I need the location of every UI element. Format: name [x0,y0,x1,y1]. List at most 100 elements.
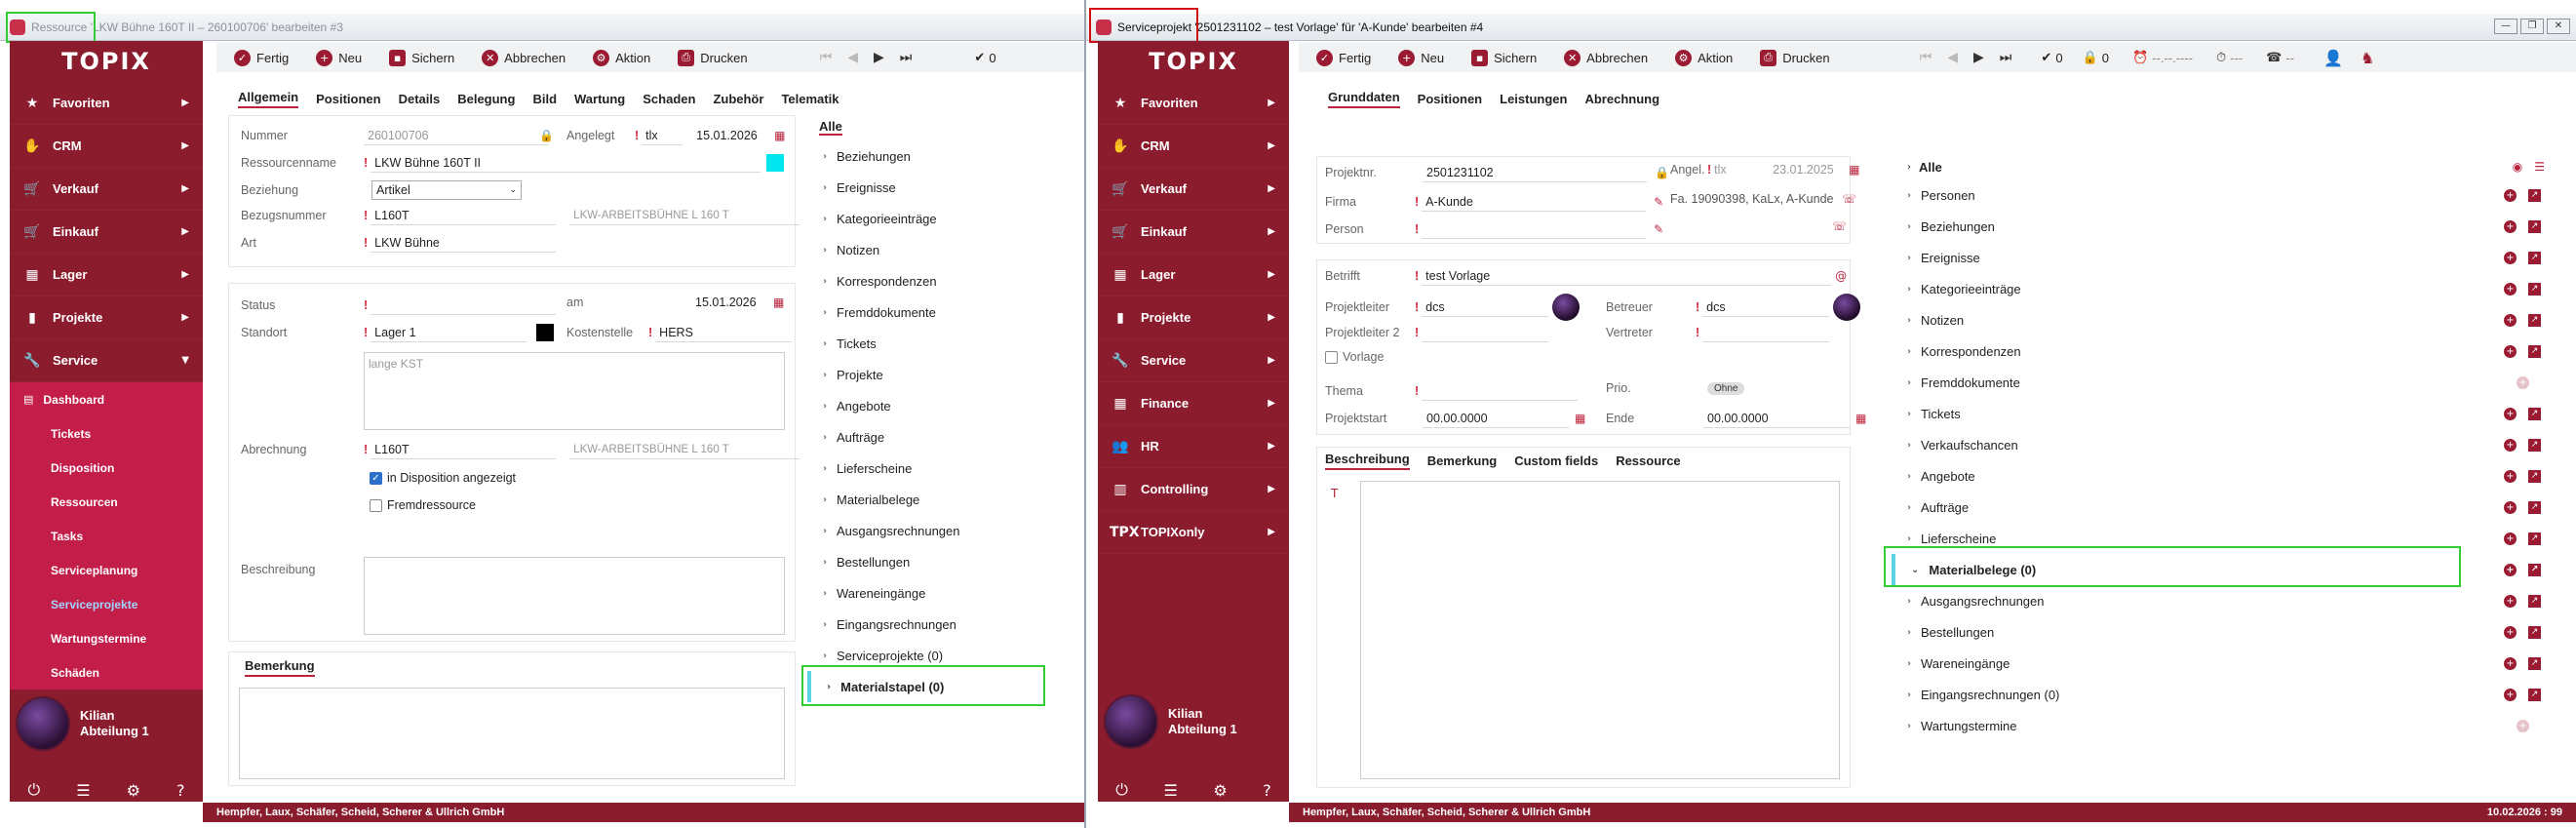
projektstart-field[interactable]: 00.00.0000 [1423,409,1569,428]
open-external-icon[interactable]: ↗ [2528,313,2541,327]
add-icon[interactable]: + [2504,688,2517,701]
gear-icon[interactable]: ⚙ [127,781,140,800]
calendar-icon[interactable]: ▦ [773,296,784,309]
list-item-serviceprojekte-0[interactable]: › Serviceprojekte (0) [807,640,1084,671]
open-external-icon[interactable]: ↗ [2528,594,2541,608]
list-item-notizen[interactable]: › Notizen [807,234,1084,265]
beziehung-select[interactable]: Artikel ⌄ [371,180,522,200]
vertreter-field[interactable] [1702,323,1830,342]
betrifft-field[interactable]: test Vorlage [1422,266,1832,286]
add-icon[interactable]: + [2504,656,2517,670]
add-icon[interactable]: + [2504,532,2517,545]
add-icon[interactable]: + [2504,438,2517,452]
firma-field[interactable]: A-Kunde [1422,192,1647,212]
calendar-icon[interactable]: ▦ [1849,163,1859,177]
open-external-icon[interactable]: ↗ [2528,469,2541,483]
eye-icon[interactable]: ◉ [2513,160,2522,174]
art-field[interactable]: LKW Bühne [371,233,557,253]
open-external-icon[interactable]: ↗ [2528,282,2541,296]
list-item-ereignisse[interactable]: › Ereignisse + ↗ [1892,242,2555,273]
list-item-lieferscheine[interactable]: › Lieferscheine + ↗ [1892,523,2555,554]
add-icon[interactable]: + [2504,219,2517,233]
sidebar-item-projekte[interactable]: ▮ Projekte ▶ [10,296,203,339]
open-external-icon[interactable]: ↗ [2528,500,2541,514]
sidebar-item-service[interactable]: 🔧 Service ▶ [1098,339,1289,382]
sidebar-item-favoriten[interactable]: ★ Favoriten ▶ [10,82,203,125]
list-item-bestellungen[interactable]: › Bestellungen [807,546,1084,577]
fertig-button[interactable]: ✓ Fertig [234,49,289,66]
submenu-item-disposition[interactable]: Disposition [10,451,203,485]
check-counter[interactable]: ✔ 0 [974,51,995,65]
tab-schaden[interactable]: Schaden [643,92,695,106]
list-item-tickets[interactable]: › Tickets + ↗ [1892,398,2555,429]
submenu-item-ressourcen[interactable]: Ressourcen [10,485,203,519]
list-item-notizen[interactable]: › Notizen + ↗ [1892,304,2555,335]
angelegt-by[interactable]: tlx [642,126,683,145]
nummer-field[interactable]: 260100706 [364,126,549,145]
open-external-icon[interactable]: ↗ [2528,407,2541,420]
status-field[interactable] [371,296,557,315]
ende-field[interactable]: 00.00.0000 [1703,409,1850,428]
tab-abrechnung[interactable]: Abrechnung [1584,92,1659,106]
betreuer-field[interactable]: dcs [1702,297,1830,317]
power-icon[interactable]: ⏻ [28,780,41,800]
am-date[interactable]: 15.01.2026 [695,296,773,309]
next-record-icon[interactable]: ▶ [1973,50,1984,65]
tab-zubehör[interactable]: Zubehör [713,92,763,106]
phone-icon[interactable]: ☏ [1832,219,1847,233]
submenu-item-tasks[interactable]: Tasks [10,519,203,553]
tab-positionen[interactable]: Positionen [316,92,380,106]
add-icon[interactable]: + [2504,500,2517,514]
projektleiter-field[interactable]: dcs [1422,297,1549,317]
list-item-projekte[interactable]: › Projekte [807,359,1084,390]
help-icon[interactable]: ? [1263,781,1271,800]
projektnr-field[interactable]: 2501231102 [1423,163,1647,182]
tab-bild[interactable]: Bild [532,92,557,106]
abbrechen-button[interactable]: ✕ Abbrechen [1564,49,1648,66]
sidebar-item-verkauf[interactable]: 🛒 Verkauf ▶ [10,168,203,211]
lange-kst-textarea[interactable]: lange KST [364,352,785,430]
sidebar-item-verkauf[interactable]: 🛒 Verkauf ▶ [1098,168,1289,211]
list-item-beziehungen[interactable]: › Beziehungen [807,140,1084,172]
list-item-verkaufschancen[interactable]: › Verkaufschancen + ↗ [1892,429,2555,460]
list-item-ausgangsrechnungen[interactable]: › Ausgangsrechnungen [807,515,1084,546]
submenu-item-serviceplanung[interactable]: Serviceplanung [10,553,203,587]
add-icon[interactable]: + [2504,563,2517,576]
list-item-materialstapel-0[interactable]: › Materialstapel (0) [807,671,1084,702]
list-item-aufträge[interactable]: › Aufträge [807,421,1084,453]
maximize-button[interactable]: ❐ [2520,19,2544,34]
sidebar-item-lager[interactable]: ▦ Lager ▶ [10,254,203,296]
drucken-button[interactable]: ⎙ Drucken [678,49,748,66]
person-field[interactable] [1422,219,1647,239]
tab-wartung[interactable]: Wartung [574,92,625,106]
sidebar-item-finance[interactable]: ▦ Finance ▶ [1098,382,1289,425]
menu-icon[interactable]: ☰ [2534,160,2545,174]
phone-field[interactable]: ☎ -- [2266,51,2294,65]
open-external-icon[interactable]: ↗ [2528,438,2541,452]
aktion-button[interactable]: ⚙ Aktion [1675,49,1733,66]
list-item-ausgangsrechnungen[interactable]: › Ausgangsrechnungen + ↗ [1892,585,2555,616]
add-icon[interactable]: + [2517,719,2529,732]
drucken-button[interactable]: ⎙ Drucken [1760,49,1830,66]
open-external-icon[interactable]: ↗ [2528,532,2541,545]
fertig-button[interactable]: ✓ Fertig [1316,49,1371,66]
tab-bemerkung[interactable]: Bemerkung [1427,453,1498,468]
last-record-icon[interactable]: ⏭ [2000,50,2012,65]
list-item-kategorieeinträge[interactable]: › Kategorieeinträge [807,203,1084,234]
sidebar-item-lager[interactable]: ▦ Lager ▶ [1098,254,1289,296]
open-external-icon[interactable]: ↗ [2528,251,2541,264]
neu-button[interactable]: + Neu [1398,49,1444,66]
person-icon[interactable]: 👤 [2323,49,2343,67]
list-item-materialbelege-0[interactable]: ⌄ Materialbelege (0) + ↗ [1892,554,2555,585]
close-button[interactable]: ✕ [2547,19,2570,34]
beschreibung-textarea[interactable] [1360,481,1840,779]
list-item-wareneingänge[interactable]: › Wareneingänge + ↗ [1892,648,2555,679]
add-icon[interactable]: + [2517,375,2529,389]
open-external-icon[interactable]: ↗ [2528,219,2541,233]
kostenstelle-field[interactable]: HERS [655,323,793,342]
list-item-korrespondenzen[interactable]: › Korrespondenzen + ↗ [1892,335,2555,367]
list-item-personen[interactable]: › Personen + ↗ [1892,179,2555,211]
sidebar-item-einkauf[interactable]: 🛒 Einkauf ▶ [1098,211,1289,254]
calendar-icon[interactable]: ▦ [1575,412,1585,425]
ressourcenname-field[interactable]: LKW Bühne 160T II [371,153,761,173]
